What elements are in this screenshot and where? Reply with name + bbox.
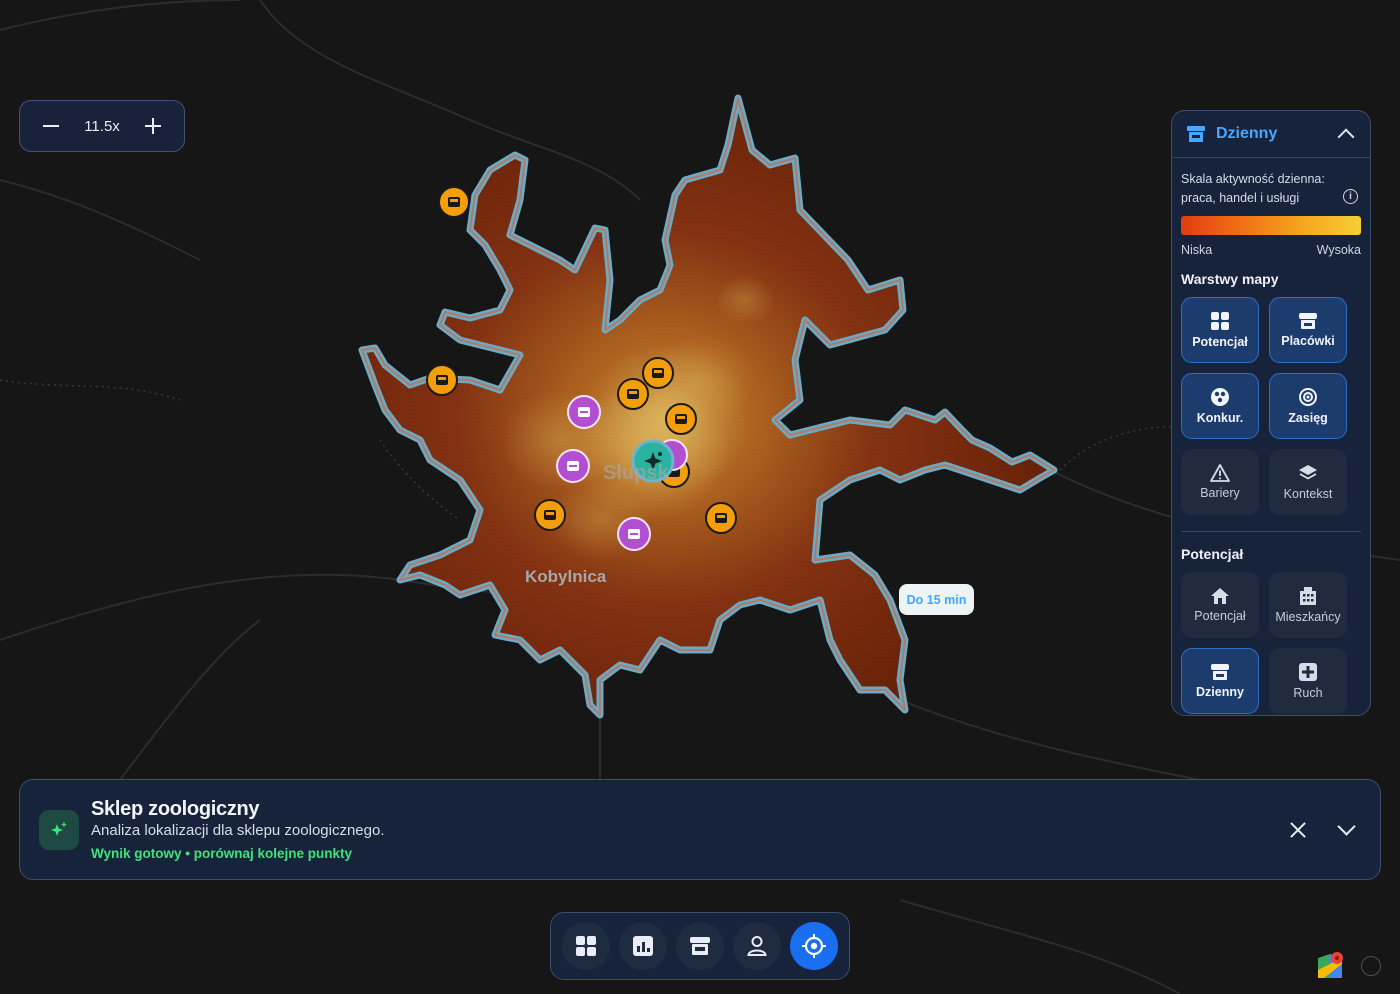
chart-icon	[633, 936, 653, 956]
panel-title: Dzienny	[1216, 125, 1278, 142]
home-icon	[1211, 588, 1229, 604]
bottom-toolbar	[550, 912, 850, 980]
layer-panel: Dzienny Skala aktywność dzienna: praca, …	[1171, 110, 1371, 716]
layer-toggle-zasieg[interactable]: Zasięg	[1269, 373, 1347, 439]
layer-label: Zasięg	[1288, 411, 1328, 425]
analysis-status: Wynik gotowy • porównaj kolejne punkty	[91, 846, 353, 861]
sparkle-icon	[39, 810, 79, 850]
competitor-marker	[617, 378, 649, 410]
google-maps-logo-icon	[1318, 952, 1343, 978]
potential-toggle-mieszkancy[interactable]: Mieszkańcy	[1269, 572, 1347, 638]
layer-toggle-placowki[interactable]: Placówki	[1269, 297, 1347, 363]
competitor-marker	[665, 403, 697, 435]
potential-section-title: Potencjał	[1181, 546, 1244, 562]
zoom-control: 11.5x	[19, 100, 185, 152]
grid-icon	[1211, 312, 1229, 330]
panel-header[interactable]: Dzienny	[1172, 111, 1370, 158]
store-marker	[567, 395, 601, 429]
target-icon	[802, 934, 826, 958]
toolbar-chart-button[interactable]	[619, 922, 667, 970]
zoom-level: 11.5x	[84, 117, 120, 135]
panel-divider	[1181, 531, 1361, 532]
competitor-marker	[438, 186, 470, 218]
info-icon[interactable]: i	[1343, 189, 1358, 204]
layers-section-title: Warstwy mapy	[1181, 271, 1279, 287]
potential-grid: Potencjał Mieszkańcy Dzienny Ruch	[1181, 572, 1370, 714]
layers-icon	[1299, 465, 1317, 480]
layer-toggle-potencjal[interactable]: Potencjał	[1181, 297, 1259, 363]
competitor-marker	[534, 499, 566, 531]
toolbar-target-button[interactable]	[790, 922, 838, 970]
toolbar-store-button[interactable]	[676, 922, 724, 970]
store-icon	[1211, 664, 1229, 680]
scale-description: Skala aktywność dzienna: praca, handel i…	[1181, 170, 1358, 208]
isochrone-area	[358, 94, 1058, 719]
scale-low-label: Niska	[1181, 243, 1213, 257]
scale-high-label: Wysoka	[1316, 243, 1361, 257]
traffic-icon	[1299, 663, 1317, 681]
layer-toggle-bariery[interactable]: Bariery	[1181, 449, 1259, 515]
potential-label: Dzienny	[1196, 685, 1244, 699]
layer-label: Bariery	[1200, 486, 1240, 500]
close-button[interactable]	[1288, 820, 1308, 840]
potential-label: Potencjał	[1194, 609, 1246, 623]
layer-label: Potencjał	[1192, 335, 1248, 349]
town-label: Kobylnica	[525, 567, 607, 586]
activity-gradient-legend	[1181, 216, 1361, 235]
layer-label: Konkur.	[1196, 411, 1244, 425]
potential-label: Ruch	[1293, 686, 1323, 700]
isochrone-time-badge: Do 15 min	[899, 584, 974, 615]
toolbar-person-button[interactable]	[733, 922, 781, 970]
layer-toggle-kontekst[interactable]: Kontekst	[1269, 449, 1347, 515]
competition-icon	[1211, 388, 1229, 406]
competitor-marker	[642, 357, 674, 389]
range-icon	[1299, 388, 1317, 406]
analysis-subtitle: Analiza lokalizacji dla sklepu zoologicz…	[91, 822, 385, 839]
expand-chevron-icon[interactable]	[1337, 817, 1356, 836]
layer-label: Placówki	[1281, 334, 1335, 348]
city-label: Słupsk	[603, 462, 669, 484]
analysis-info-card: Sklep zoologiczny Analiza lokalizacji dl…	[19, 779, 1381, 880]
warning-icon	[1210, 464, 1230, 482]
layer-label: Kontekst	[1283, 487, 1333, 501]
zoom-in-button[interactable]	[142, 115, 164, 137]
zoom-out-button[interactable]	[40, 115, 62, 137]
store-icon	[690, 937, 710, 955]
buildings-icon	[1300, 587, 1316, 605]
store-icon	[1187, 126, 1205, 142]
store-icon	[1299, 313, 1317, 329]
potential-toggle-dzienny[interactable]: Dzienny	[1181, 648, 1259, 714]
toolbar-grid-button[interactable]	[562, 922, 610, 970]
potential-toggle-potencjal[interactable]: Potencjał	[1181, 572, 1259, 638]
competitor-marker	[705, 502, 737, 534]
person-icon	[747, 936, 767, 956]
grid-icon	[576, 936, 596, 956]
potential-label: Mieszkańcy	[1275, 610, 1341, 624]
layer-toggle-konkurencja[interactable]: Konkur.	[1181, 373, 1259, 439]
potential-toggle-ruch[interactable]: Ruch	[1269, 648, 1347, 714]
store-marker	[617, 517, 651, 551]
store-marker	[556, 449, 590, 483]
competitor-marker	[426, 364, 458, 396]
collapse-chevron-icon[interactable]	[1337, 128, 1355, 146]
map-info-icon[interactable]	[1361, 956, 1381, 976]
scale-description-text: Skala aktywność dzienna: praca, handel i…	[1181, 172, 1325, 205]
layers-grid: Potencjał Placówki Konkur. Zasięg Barier…	[1181, 297, 1370, 515]
analysis-title: Sklep zoologiczny	[91, 798, 260, 820]
